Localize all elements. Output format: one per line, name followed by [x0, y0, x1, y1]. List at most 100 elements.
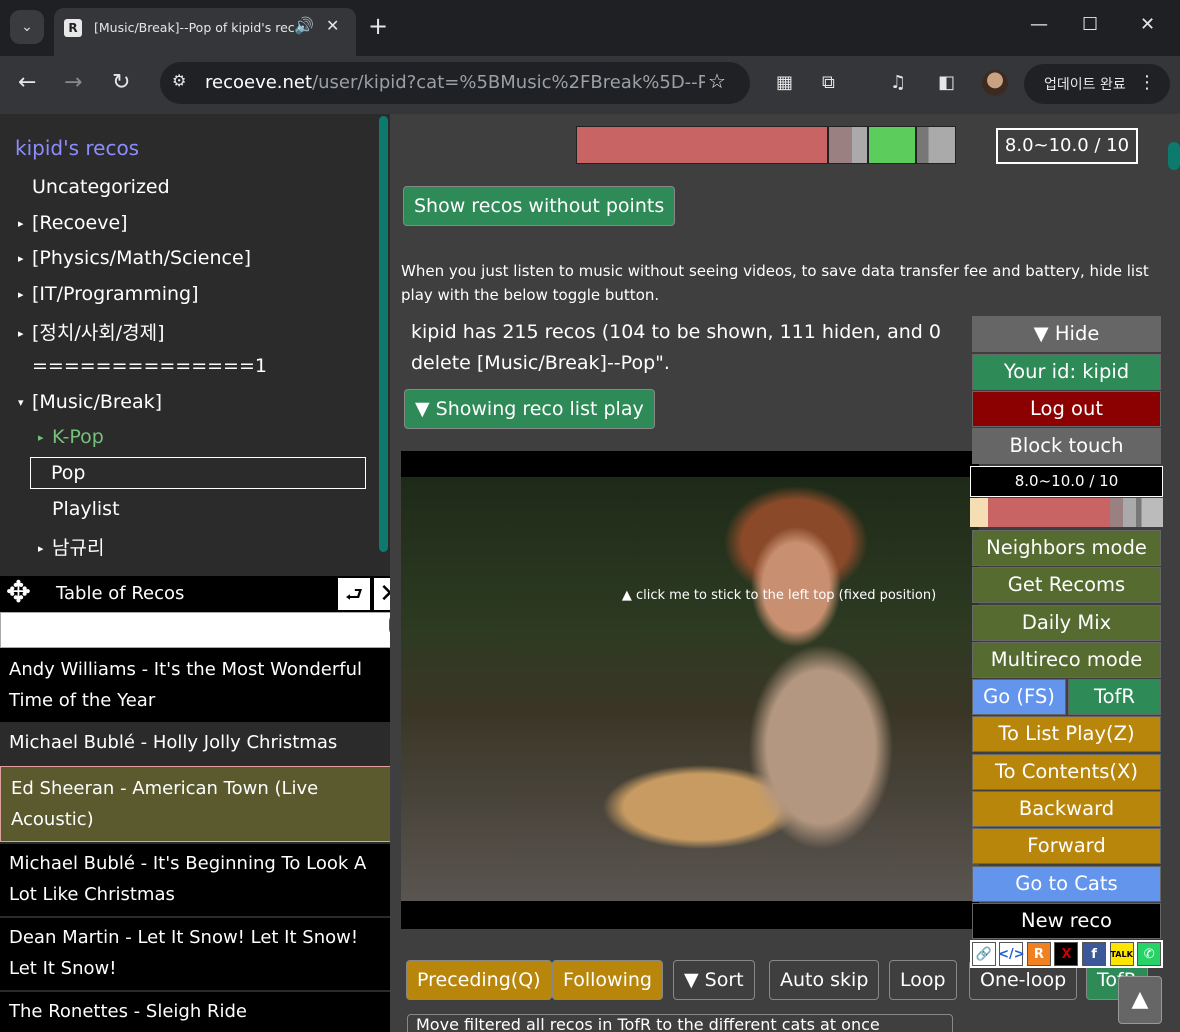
more-menu-icon[interactable]: ⋮ [1138, 72, 1156, 93]
neighbors-mode-button[interactable]: Neighbors mode [972, 530, 1161, 566]
cat-it[interactable]: ▸ [IT/Programming] [18, 283, 199, 305]
points-bar-gray2 [916, 126, 956, 164]
side-panel-icon[interactable]: ◧ [938, 72, 955, 93]
sort-button[interactable]: ▼ Sort [673, 960, 755, 1000]
close-window-icon[interactable]: ✕ [1140, 14, 1155, 35]
panel-range-label[interactable]: 8.0~10.0 / 10 [970, 466, 1163, 497]
new-tab-button[interactable]: + [368, 12, 388, 40]
expand-triangle-icon[interactable]: ▸ [18, 288, 32, 301]
back-arrow-icon[interactable]: ← [18, 70, 36, 95]
hide-panel-button[interactable]: ▼ Hide [972, 316, 1161, 352]
list-play-description: When you just listen to music without se… [401, 262, 1149, 304]
points-range-label[interactable]: 8.0~10.0 / 10 [996, 128, 1138, 164]
daily-mix-button[interactable]: Daily Mix [972, 605, 1161, 641]
log-out-button[interactable]: Log out [972, 391, 1161, 427]
show-without-points-button[interactable]: Show recos without points [403, 186, 676, 226]
x-icon[interactable]: X [1054, 942, 1079, 966]
tab-title: [Music/Break]--Pop of kipid's reco [94, 20, 294, 35]
cat-uncategorized[interactable]: Uncategorized [32, 176, 170, 198]
list-item-current[interactable]: Ed Sheeran - American Town (Live Acousti… [0, 766, 392, 842]
list-play-toggle-button[interactable]: ▼ Showing reco list play [404, 389, 655, 429]
browser-toolbar: ← → ↻ ⚙ recoeve.net/user/kipid?cat=%5BMu… [0, 56, 1180, 114]
to-contents-button[interactable]: To Contents(X) [972, 754, 1161, 790]
cat-music-break[interactable]: ▾ [Music/Break] [18, 391, 162, 413]
update-button[interactable]: 업데이트 완료 ⋮ [1024, 64, 1170, 104]
category-sidebar: kipid's recos Uncategorized ▸ [Recoeve] ▸… [0, 114, 390, 576]
profile-avatar[interactable] [982, 70, 1008, 96]
forward-arrow-icon[interactable]: → [64, 70, 82, 95]
tofr-button[interactable]: TofR [1068, 679, 1161, 715]
cat-playlist[interactable]: Playlist [52, 498, 120, 520]
site-info-icon[interactable]: ⚙ [172, 71, 186, 90]
browser-tab-bar: ⌄ R [Music/Break]--Pop of kipid's reco 🔊… [0, 0, 1180, 56]
go-to-cats-button[interactable]: Go to Cats [972, 866, 1161, 902]
backward-button[interactable]: Backward [972, 791, 1161, 827]
tab-search-button[interactable]: ⌄ [10, 10, 44, 44]
cat-pop-selected[interactable]: Pop [30, 457, 366, 489]
speaker-icon[interactable]: 🔊 [294, 16, 314, 35]
cat-recoeve[interactable]: ▸ [Recoeve] [18, 212, 128, 234]
maximize-icon[interactable]: ☐ [1082, 14, 1098, 35]
minimize-icon[interactable]: — [1030, 14, 1048, 35]
favicon-icon: R [64, 19, 82, 37]
your-id-button[interactable]: Your id: kipid [972, 354, 1161, 390]
cat-divider[interactable]: ==============1 [32, 355, 267, 377]
forward-button[interactable]: Forward [972, 828, 1161, 864]
bookmark-star-icon[interactable]: ☆ [708, 69, 726, 93]
expand-triangle-icon[interactable]: ▸ [18, 252, 32, 265]
facebook-icon[interactable]: f [1082, 942, 1107, 966]
list-item[interactable]: Dean Martin - Let It Snow! Let It Snow! … [0, 918, 392, 990]
sidebar-title[interactable]: kipid's recos [15, 136, 139, 160]
collapse-triangle-icon[interactable]: ▾ [18, 396, 32, 409]
auto-skip-button[interactable]: Auto skip [769, 960, 880, 1000]
cat-politics[interactable]: ▸ [정치/사회/경제] [18, 318, 165, 345]
expand-triangle-icon[interactable]: ▸ [38, 542, 52, 555]
whatsapp-icon[interactable]: ✆ [1137, 942, 1162, 966]
reload-icon[interactable]: ↻ [112, 70, 130, 95]
move-arrows-icon[interactable]: ✥ [0, 576, 37, 612]
video-player[interactable] [401, 451, 979, 929]
recoeve-icon[interactable]: R [1026, 942, 1051, 966]
list-item[interactable]: Andy Williams - It's the Most Wonderful … [0, 650, 392, 722]
scroll-to-top-button[interactable]: ▲ [1118, 976, 1162, 1024]
list-item[interactable]: Michael Bublé - It's Beginning To Look A… [0, 844, 392, 916]
expand-triangle-icon[interactable]: ▸ [18, 327, 32, 340]
link-icon[interactable]: 🔗 [971, 942, 996, 966]
list-item[interactable]: Michael Bublé - Holly Jolly Christmas [0, 722, 392, 764]
preceding-button[interactable]: Preceding(Q) [406, 960, 552, 1000]
sidebar-scrollbar[interactable] [376, 114, 390, 576]
close-tab-icon[interactable]: ✕ [326, 16, 339, 35]
toc-filter-input[interactable] [0, 612, 406, 648]
following-button[interactable]: Following [552, 960, 663, 1000]
browser-tab[interactable]: R [Music/Break]--Pop of kipid's reco 🔊 ✕ [54, 8, 356, 56]
cat-namgyuri[interactable]: ▸ 남규리 [38, 533, 104, 560]
move-filtered-button[interactable]: Move filtered all recos in TofR to the d… [407, 1014, 953, 1032]
expand-triangle-icon[interactable]: ▸ [18, 217, 32, 230]
wrap-toggle-icon[interactable]: ⮐ [338, 578, 370, 610]
to-list-play-button[interactable]: To List Play(Z) [972, 716, 1161, 752]
points-bar-red [576, 126, 828, 164]
cat-physics[interactable]: ▸ [Physics/Math/Science] [18, 247, 251, 269]
video-frame-image[interactable] [401, 477, 979, 901]
kakaotalk-icon[interactable]: TALK [1109, 942, 1134, 966]
panel-bar-gray2 [1136, 498, 1163, 527]
expand-triangle-icon[interactable]: ▸ [38, 431, 52, 444]
multireco-mode-button[interactable]: Multireco mode [972, 642, 1161, 678]
extension-calendar-icon[interactable]: ▦ [776, 72, 793, 93]
page-scrollbar[interactable] [1166, 114, 1180, 1032]
url-text[interactable]: recoeve.net/user/kipid?cat=%5BMusic%2FBr… [205, 72, 705, 93]
block-touch-button[interactable]: Block touch [972, 428, 1161, 464]
panel-bar-red [988, 498, 1110, 527]
list-item[interactable]: The Ronettes - Sleigh Ride [0, 992, 392, 1032]
code-icon[interactable]: </> [998, 942, 1025, 966]
get-recoms-button[interactable]: Get Recoms [972, 567, 1161, 603]
new-reco-button[interactable]: New reco [972, 903, 1161, 939]
media-control-icon[interactable]: ♫ [890, 72, 906, 93]
go-fs-button[interactable]: Go (FS) [972, 679, 1066, 715]
extensions-puzzle-icon[interactable]: ⧉ [822, 72, 835, 93]
cat-kpop[interactable]: ▸ K-Pop [38, 426, 104, 448]
loop-button[interactable]: Loop [889, 960, 957, 1000]
address-bar[interactable]: ⚙ recoeve.net/user/kipid?cat=%5BMusic%2F… [160, 62, 750, 104]
sidebar-scroll-thumb[interactable] [379, 116, 388, 552]
page-scroll-thumb[interactable] [1168, 142, 1180, 170]
